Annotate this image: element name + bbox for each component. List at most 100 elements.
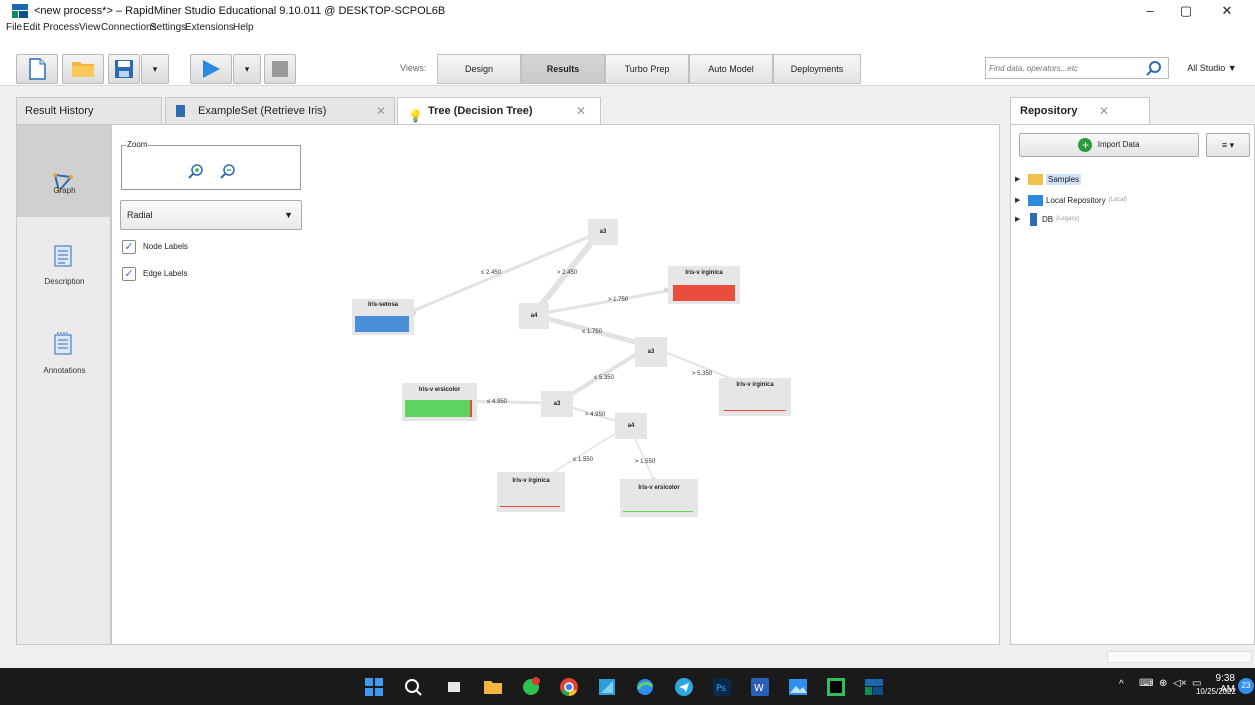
view-design[interactable]: Design xyxy=(437,54,521,84)
photoshop-icon[interactable]: Ps xyxy=(712,677,732,697)
menu-process[interactable]: Process xyxy=(43,22,79,33)
volume-icon[interactable]: ◁× xyxy=(1173,678,1187,689)
run-dropdown-button[interactable]: ▾ xyxy=(233,54,261,84)
zoom-out-icon[interactable] xyxy=(220,163,236,179)
zoom-panel: Zoom xyxy=(121,140,301,190)
word-icon[interactable]: W xyxy=(750,677,770,697)
table-icon xyxy=(176,105,185,117)
tree-leaf-iris-versicolor-2[interactable]: Iris-v ersicolor xyxy=(620,479,698,517)
tree-node-a3-root[interactable]: a3 xyxy=(588,219,618,245)
expand-icon: ▶ xyxy=(1015,216,1021,223)
tab-exampleset[interactable]: ExampleSet (Retrieve Iris) ✕ xyxy=(165,97,395,124)
leaf-label: Iris-v irginica xyxy=(512,478,550,484)
close-window-button[interactable]: ✕ xyxy=(1207,2,1247,20)
edge-browser-icon[interactable] xyxy=(635,677,655,697)
close-icon[interactable]: ✕ xyxy=(376,98,386,124)
task-view-icon[interactable] xyxy=(444,677,464,697)
repo-item-db[interactable]: ▶ DB (Legacy) xyxy=(1015,211,1079,227)
tree-node-a4[interactable]: a4 xyxy=(519,303,549,329)
photos-icon[interactable] xyxy=(788,677,808,697)
layout-select[interactable]: Radial ▼ xyxy=(120,200,302,230)
search-input[interactable] xyxy=(986,58,1136,78)
description-icon xyxy=(54,245,72,267)
edge-label: ≤ 1.750 xyxy=(582,329,602,335)
studio-mode-dropdown[interactable]: All Studio ▼ xyxy=(1173,57,1251,79)
tree-node-a3-third[interactable]: a3 xyxy=(541,391,573,417)
zoom-label: Zoom xyxy=(126,140,149,149)
menu-help[interactable]: Help xyxy=(233,22,254,33)
memory-indicator xyxy=(1107,651,1252,663)
tree-leaf-iris-setosa[interactable]: Iris-setosa xyxy=(352,299,414,335)
tab-decision-tree[interactable]: 💡 Tree (Decision Tree) ✕ xyxy=(397,97,601,124)
tab-label: Tree (Decision Tree) xyxy=(428,105,533,117)
close-icon[interactable]: ✕ xyxy=(576,98,586,124)
zoom-in-icon[interactable] xyxy=(188,163,204,179)
leaf-label: Iris-v ersicolor xyxy=(638,485,680,491)
sidebar-item-graph[interactable]: Graph xyxy=(17,125,112,217)
new-process-button[interactable] xyxy=(16,54,58,84)
view-results[interactable]: Results xyxy=(521,54,605,84)
chevron-up-icon[interactable]: ^ xyxy=(1119,679,1124,690)
save-process-button[interactable] xyxy=(108,54,140,84)
maximize-button[interactable]: ▢ xyxy=(1166,2,1206,20)
save-icon xyxy=(115,60,133,78)
title-bar: <new process*> – RapidMiner Studio Educa… xyxy=(0,0,1255,22)
jetbrains-icon[interactable] xyxy=(826,677,846,697)
tab-result-history[interactable]: Result History xyxy=(16,97,162,124)
file-explorer-icon[interactable] xyxy=(483,677,503,697)
keyboard-icon[interactable]: ⌨ xyxy=(1139,678,1153,689)
close-icon[interactable]: ✕ xyxy=(1099,98,1109,124)
menu-file[interactable]: File xyxy=(6,22,22,33)
menu-edit[interactable]: Edit xyxy=(23,22,40,33)
tree-node-a3-second[interactable]: a3 xyxy=(635,337,667,367)
class-distribution-bar xyxy=(724,410,786,411)
play-icon xyxy=(203,60,220,78)
tree-node-a4-second[interactable]: a4 xyxy=(615,413,647,439)
menu-connections[interactable]: Connections xyxy=(101,22,157,33)
menu-view[interactable]: View xyxy=(79,22,101,33)
run-process-button[interactable] xyxy=(190,54,232,84)
tree-leaf-iris-virginica-2[interactable]: Iris-v irginica xyxy=(719,378,791,416)
edge-label: > 1.550 xyxy=(635,459,656,465)
chrome-icon[interactable] xyxy=(559,677,579,697)
import-data-button[interactable]: + Import Data xyxy=(1019,133,1199,157)
leaf-label: Iris-v ersicolor xyxy=(418,387,461,393)
notification-badge[interactable]: 23 xyxy=(1238,678,1254,694)
class-distribution-bar xyxy=(405,400,472,417)
view-auto-model[interactable]: Auto Model xyxy=(689,54,773,84)
menu-extensions[interactable]: Extensions xyxy=(185,22,234,33)
node-labels-checkbox[interactable]: ✓ xyxy=(122,240,136,254)
menu-bar: File Edit Process View Connections Setti… xyxy=(0,22,1255,50)
sidebar-item-annotations[interactable]: Annotations xyxy=(17,325,112,385)
stop-process-button[interactable] xyxy=(264,54,296,84)
telegram-icon[interactable] xyxy=(674,677,694,697)
rapidminer-logo-icon xyxy=(12,4,28,18)
minimize-button[interactable]: – xyxy=(1130,2,1170,20)
repo-item-local-repository[interactable]: ▶ Local Repository (Local) xyxy=(1015,192,1127,208)
tree-leaf-iris-virginica-3[interactable]: Iris-v irginica xyxy=(497,472,565,512)
view-deployments[interactable]: Deployments xyxy=(773,54,861,84)
windows-start-icon[interactable] xyxy=(364,677,384,697)
app-icon[interactable] xyxy=(597,677,617,697)
edge-labels-label: Edge Labels xyxy=(143,269,188,278)
tab-repository[interactable]: Repository ✕ xyxy=(1010,97,1150,124)
save-dropdown-button[interactable]: ▾ xyxy=(141,54,169,84)
edge-labels-checkbox[interactable]: ✓ xyxy=(122,267,136,281)
tree-leaf-iris-virginica-1[interactable]: Iris-v irginica xyxy=(668,266,740,304)
open-process-button[interactable] xyxy=(62,54,104,84)
search-icon[interactable] xyxy=(1146,60,1162,76)
new-file-icon xyxy=(29,58,46,80)
search-icon[interactable] xyxy=(403,677,423,697)
chevron-down-icon: ▾ xyxy=(152,63,158,74)
network-icon[interactable]: ⊕ xyxy=(1159,678,1167,689)
menu-settings[interactable]: Settings xyxy=(150,22,186,33)
edge-label: > 4.950 xyxy=(585,412,606,418)
whatsapp-icon[interactable] xyxy=(521,677,541,697)
clock-date[interactable]: 10/25/2022 xyxy=(1188,687,1236,696)
view-turbo-prep[interactable]: Turbo Prep xyxy=(605,54,689,84)
repo-item-samples[interactable]: ▶ Samples xyxy=(1015,171,1082,187)
tree-leaf-iris-versicolor-1[interactable]: Iris-v ersicolor xyxy=(402,383,477,421)
repository-menu-button[interactable]: ≡ ▾ xyxy=(1206,133,1250,157)
sidebar-item-description[interactable]: Description xyxy=(17,235,112,295)
rapidminer-taskbar-icon[interactable] xyxy=(864,677,884,697)
